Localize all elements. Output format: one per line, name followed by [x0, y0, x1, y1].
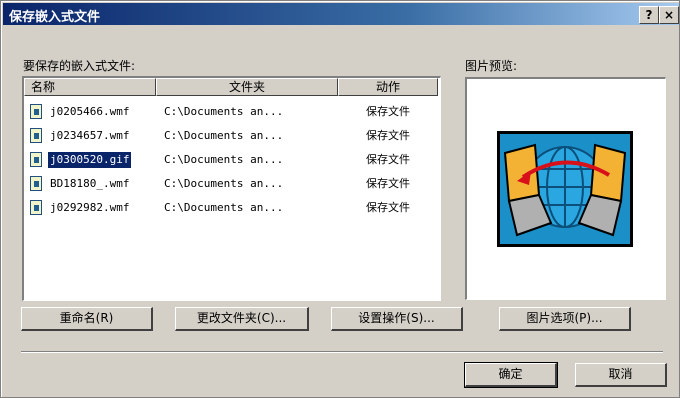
- dialog-title: 保存嵌入式文件: [9, 10, 101, 25]
- set-action-button[interactable]: 设置操作(S)...: [331, 307, 463, 331]
- embedded-files-list[interactable]: 名称 文件夹 动作 j0205466.wmf C:\Documents an..…: [22, 76, 441, 301]
- file-folder: C:\Documents an...: [164, 105, 284, 118]
- table-row[interactable]: BD18180_.wmf C:\Documents an... 保存文件: [24, 172, 438, 196]
- file-name: BD18180_.wmf: [50, 177, 130, 190]
- file-action: 保存文件: [366, 153, 410, 166]
- preview-label: 图片预览:: [465, 59, 518, 73]
- file-folder: C:\Documents an...: [164, 153, 284, 166]
- files-label: 要保存的嵌入式文件:: [23, 59, 136, 73]
- file-action: 保存文件: [366, 177, 410, 190]
- file-name: j0300520.gif: [46, 151, 133, 169]
- close-button[interactable]: ×: [659, 6, 679, 24]
- file-folder: C:\Documents an...: [164, 177, 284, 190]
- file-folder: C:\Documents an...: [164, 129, 284, 142]
- file-name: j0234657.wmf: [50, 129, 130, 142]
- picture-options-button[interactable]: 图片选项(P)...: [499, 307, 631, 331]
- table-row[interactable]: j0205466.wmf C:\Documents an... 保存文件: [24, 100, 438, 124]
- wmf-file-icon: [30, 200, 42, 215]
- network-computers-preview-image: [497, 131, 633, 247]
- table-row[interactable]: j0292982.wmf C:\Documents an... 保存文件: [24, 196, 438, 220]
- wmf-file-icon: [30, 128, 42, 143]
- file-rows: j0205466.wmf C:\Documents an... 保存文件 j02…: [24, 100, 438, 220]
- save-embedded-files-dialog: 保存嵌入式文件 ? × 要保存的嵌入式文件: 图片预览: 名称 文件夹 动作 j…: [0, 0, 680, 398]
- file-action: 保存文件: [366, 201, 410, 214]
- wmf-file-icon: [30, 176, 42, 191]
- file-folder: C:\Documents an...: [164, 201, 284, 214]
- table-row[interactable]: j0234657.wmf C:\Documents an... 保存文件: [24, 124, 438, 148]
- file-action: 保存文件: [366, 105, 410, 118]
- button-separator: [21, 351, 663, 353]
- cancel-button[interactable]: 取消: [575, 363, 667, 387]
- wmf-file-icon: [30, 104, 42, 119]
- file-name: j0205466.wmf: [50, 105, 130, 118]
- file-name: j0292982.wmf: [50, 201, 130, 214]
- ok-button[interactable]: 确定: [464, 362, 558, 388]
- change-folder-button[interactable]: 更改文件夹(C)...: [175, 307, 309, 331]
- column-header-name[interactable]: 名称: [24, 78, 156, 96]
- title-bar[interactable]: 保存嵌入式文件 ? ×: [3, 3, 679, 25]
- column-header-folder[interactable]: 文件夹: [156, 78, 338, 96]
- gif-file-icon: [30, 152, 42, 167]
- file-action: 保存文件: [366, 129, 410, 142]
- table-row-selected[interactable]: j0300520.gif C:\Documents an... 保存文件: [24, 148, 438, 172]
- help-button[interactable]: ?: [639, 6, 659, 24]
- picture-preview-pane: [465, 77, 666, 300]
- rename-button[interactable]: 重命名(R): [21, 307, 153, 331]
- column-header-action[interactable]: 动作: [338, 78, 438, 96]
